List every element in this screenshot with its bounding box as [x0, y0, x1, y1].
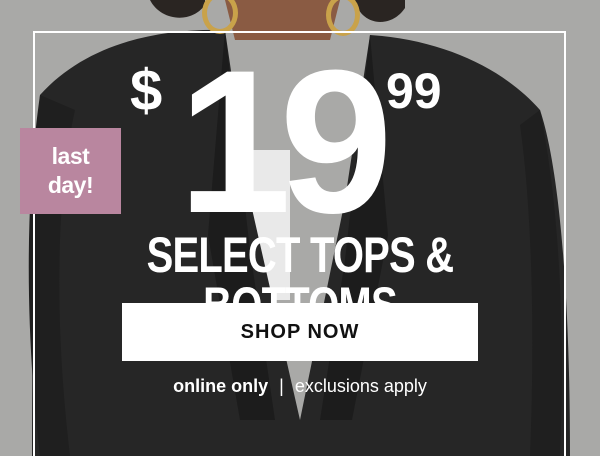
fine-print-separator: | — [279, 376, 284, 396]
price-display: $ 19 99 — [0, 0, 600, 244]
shop-now-button[interactable]: SHOP NOW — [122, 303, 478, 361]
price-cents: 99 — [386, 63, 442, 119]
fine-print: online only | exclusions apply — [0, 376, 600, 398]
promo-banner[interactable]: last day! $ 19 99 SELECT TOPS & BOTTOMS … — [0, 0, 600, 456]
price-dollars: 19 — [178, 28, 393, 256]
price-currency: $ — [130, 58, 163, 123]
fine-print-exclusions: exclusions apply — [294, 376, 427, 396]
fine-print-online-only: online only — [173, 376, 269, 396]
